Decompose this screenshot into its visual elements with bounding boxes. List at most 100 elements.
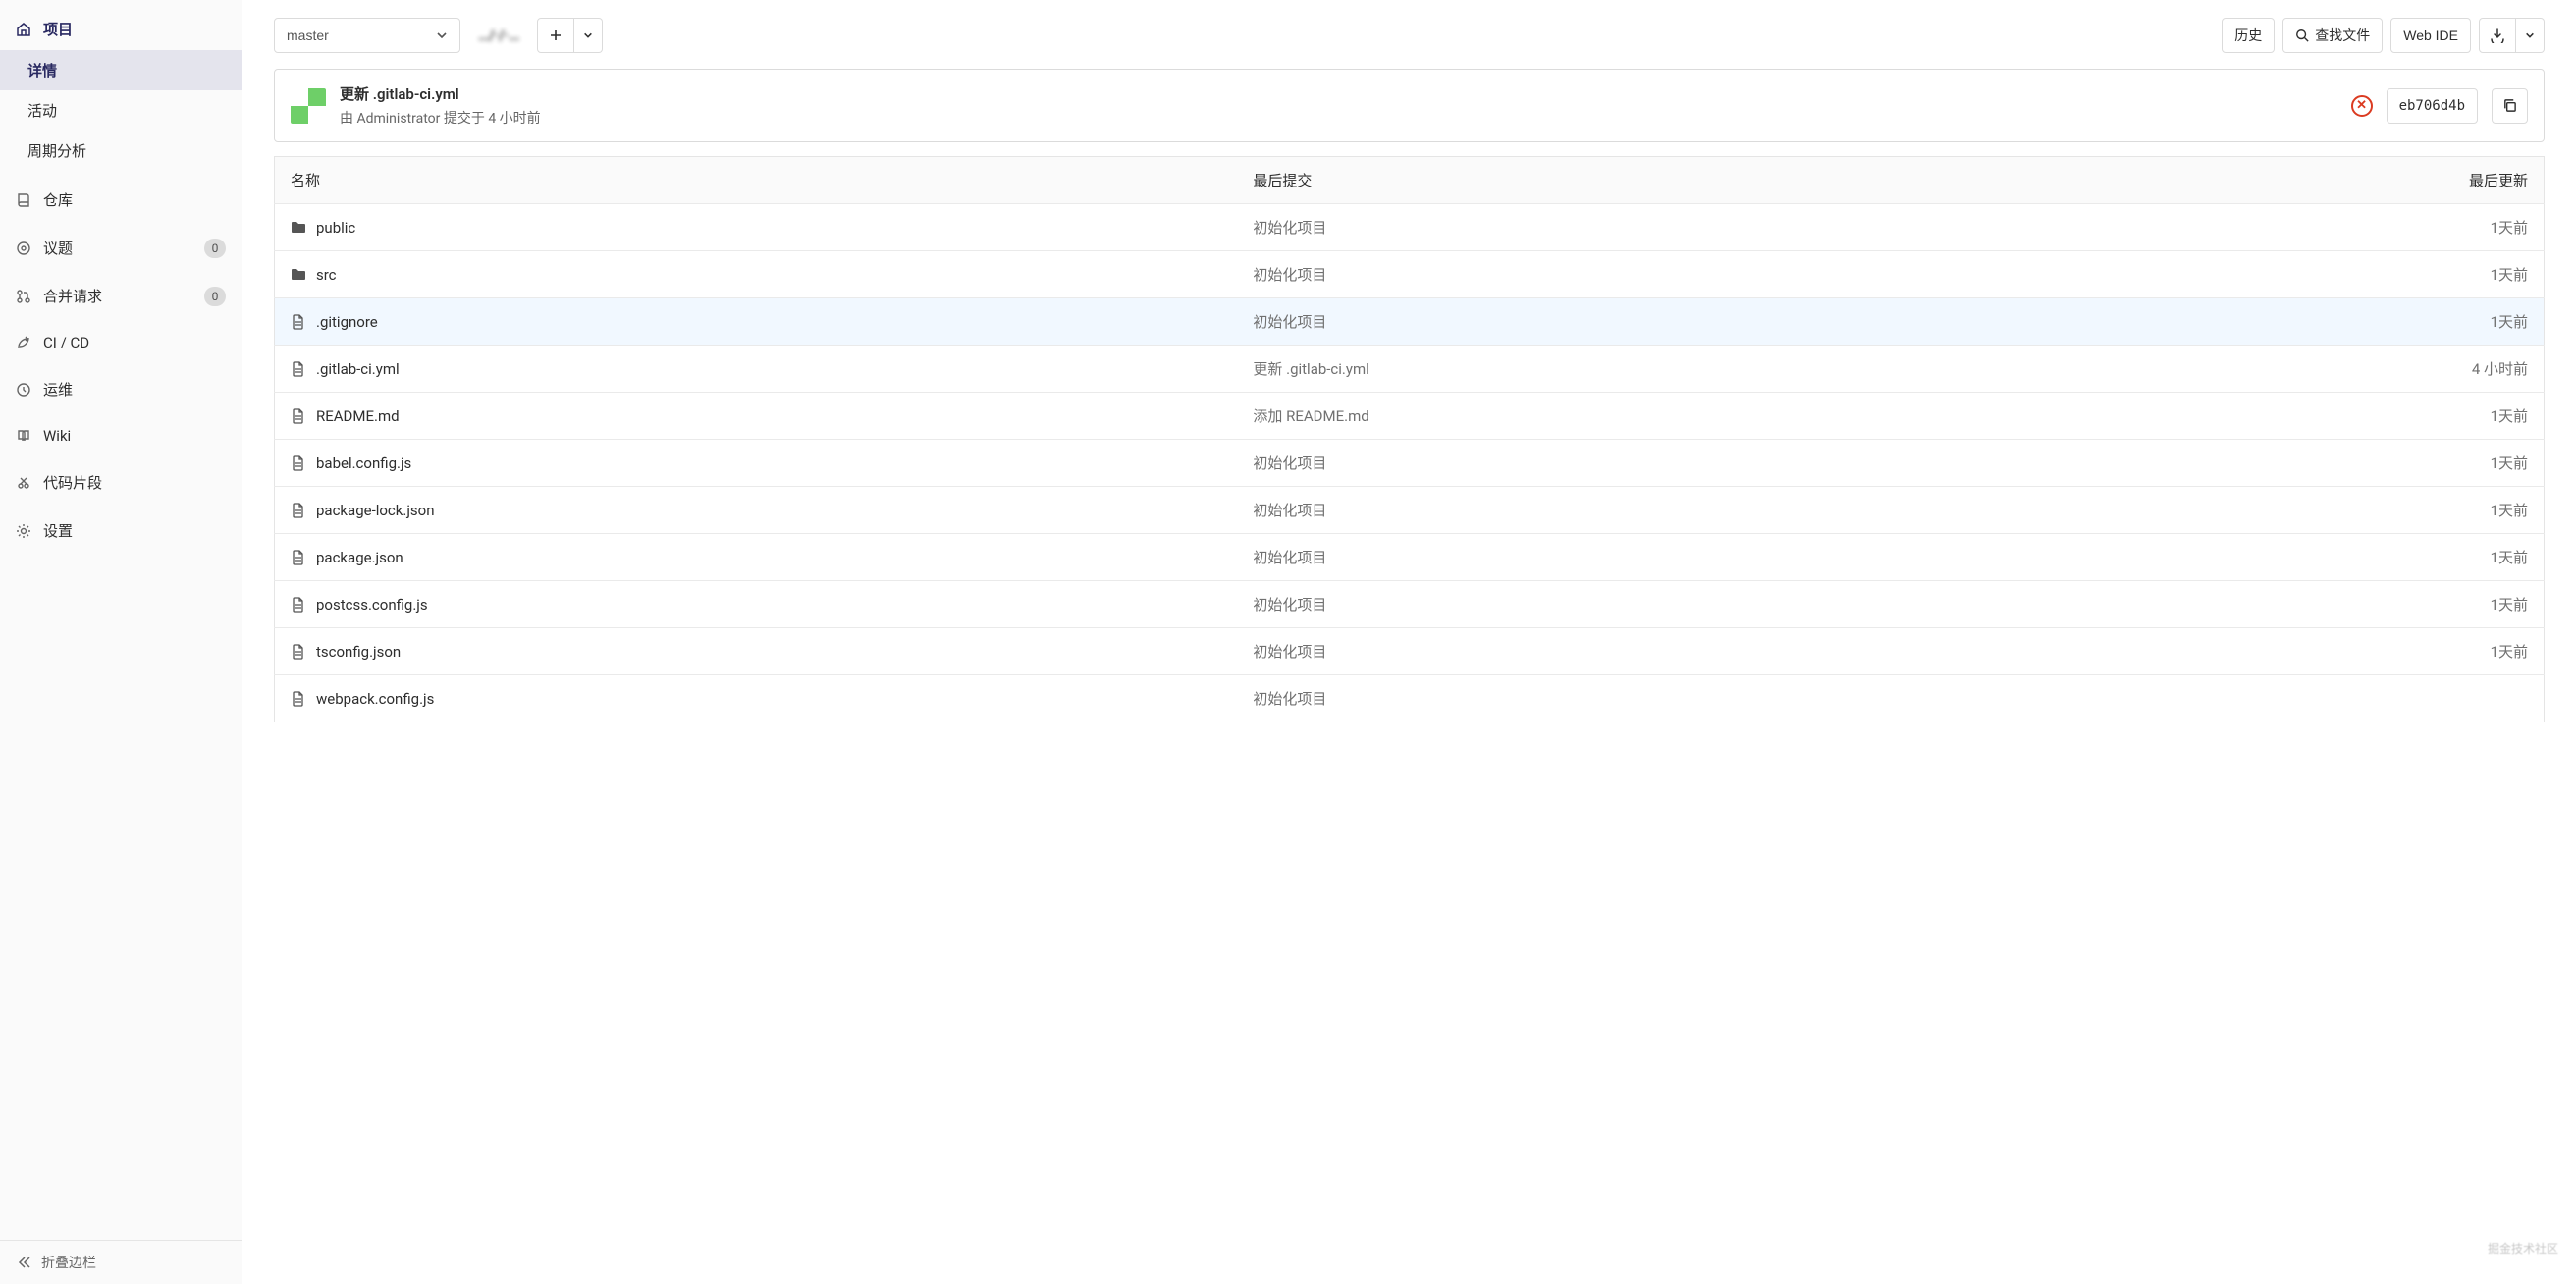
sidebar-item-label: 代码片段 xyxy=(43,472,102,493)
add-button[interactable] xyxy=(537,18,574,53)
avatar xyxy=(291,88,326,124)
table-row[interactable]: webpack.config.js 初始化项目 xyxy=(275,675,2545,722)
wiki-icon xyxy=(16,428,31,444)
commit-title[interactable]: 更新 .gitlab-ci.yml xyxy=(340,83,2337,104)
file-icon xyxy=(291,314,306,330)
col-name: 名称 xyxy=(275,157,1238,204)
file-last-commit[interactable]: 初始化项目 xyxy=(1237,298,2046,346)
folder-icon xyxy=(291,267,306,283)
table-row[interactable]: .gitlab-ci.yml 更新 .gitlab-ci.yml4 小时前 xyxy=(275,346,2545,393)
download-icon xyxy=(2490,27,2505,43)
file-icon xyxy=(291,597,306,613)
sidebar-sub-0[interactable]: 详情 xyxy=(0,50,242,90)
file-last-update xyxy=(2047,675,2545,722)
file-last-commit[interactable]: 初始化项目 xyxy=(1237,581,2046,628)
file-name: babel.config.js xyxy=(316,455,411,472)
issues-icon xyxy=(16,241,31,256)
file-name: .gitlab-ci.yml xyxy=(316,360,400,378)
download-group xyxy=(2479,18,2545,53)
sidebar-item-issues[interactable]: 议题0 xyxy=(0,227,242,269)
file-icon xyxy=(291,691,306,707)
sidebar-item-label: CI / CD xyxy=(43,334,89,351)
sidebar-item-ops[interactable]: 运维 xyxy=(0,368,242,410)
table-row[interactable]: public初始化项目1天前 xyxy=(275,204,2545,251)
file-last-update: 1天前 xyxy=(2047,298,2545,346)
file-name: tsconfig.json xyxy=(316,643,401,661)
web-ide-button[interactable]: Web IDE xyxy=(2390,18,2471,53)
chevron-down-icon xyxy=(583,30,593,40)
history-button[interactable]: 历史 xyxy=(2222,18,2275,53)
file-name: src xyxy=(316,266,337,284)
file-name: README.md xyxy=(316,407,400,425)
file-last-update: 1天前 xyxy=(2047,440,2545,487)
sidebar-item-label: 运维 xyxy=(43,379,73,400)
plus-icon xyxy=(550,29,562,41)
file-name: webpack.config.js xyxy=(316,690,434,708)
toolbar: master …/·/·… 历史 xyxy=(274,18,2545,53)
file-last-update: 1天前 xyxy=(2047,534,2545,581)
sidebar-sub-1[interactable]: 活动 xyxy=(0,90,242,131)
table-row[interactable]: package-lock.json初始化项目1天前 xyxy=(275,487,2545,534)
collapse-icon xyxy=(16,1255,31,1270)
table-row[interactable]: package.json 初始化项目1天前 xyxy=(275,534,2545,581)
sidebar-badge: 0 xyxy=(204,287,226,306)
chevron-down-icon xyxy=(436,29,448,41)
main-content: master …/·/·… 历史 xyxy=(242,0,2576,1284)
sidebar-item-settings[interactable]: 设置 xyxy=(0,509,242,552)
sidebar-sub-2[interactable]: 周期分析 xyxy=(0,131,242,171)
file-last-commit[interactable]: 添加 README.md xyxy=(1237,393,2046,440)
pipeline-status-failed-icon[interactable]: ✕ xyxy=(2351,95,2373,117)
table-row[interactable]: README.md添加 README.md1天前 xyxy=(275,393,2545,440)
sidebar-item-mr[interactable]: 合并请求 0 xyxy=(0,275,242,317)
download-button[interactable] xyxy=(2479,18,2516,53)
find-file-button[interactable]: 查找文件 xyxy=(2282,18,2383,53)
table-row[interactable]: .gitignore 初始化项目1天前 xyxy=(275,298,2545,346)
commit-sha[interactable]: eb706d4b xyxy=(2387,88,2478,124)
snippets-icon xyxy=(16,475,31,491)
file-last-commit[interactable]: 初始化项目 xyxy=(1237,440,2046,487)
watermark: 掘金技术社区 xyxy=(2488,1240,2558,1257)
home-icon xyxy=(16,22,31,37)
sidebar-item-cicd[interactable]: CI / CD xyxy=(0,323,242,362)
file-last-commit[interactable]: 初始化项目 xyxy=(1237,675,2046,722)
file-last-commit[interactable]: 更新 .gitlab-ci.yml xyxy=(1237,346,2046,393)
file-name: postcss.config.js xyxy=(316,596,428,614)
collapse-sidebar[interactable]: 折叠边栏 xyxy=(0,1240,242,1284)
file-name: .gitignore xyxy=(316,313,378,331)
file-name: package-lock.json xyxy=(316,502,435,519)
file-last-commit[interactable]: 初始化项目 xyxy=(1237,487,2046,534)
collapse-label: 折叠边栏 xyxy=(41,1253,96,1272)
settings-icon xyxy=(16,523,31,539)
file-last-update: 1天前 xyxy=(2047,251,2545,298)
file-last-update: 1天前 xyxy=(2047,628,2545,675)
sidebar-item-snippets[interactable]: 代码片段 xyxy=(0,461,242,504)
copy-sha-button[interactable] xyxy=(2492,88,2528,124)
file-last-commit[interactable]: 初始化项目 xyxy=(1237,204,2046,251)
file-last-update: 1天前 xyxy=(2047,581,2545,628)
add-dropdown xyxy=(537,18,603,53)
sidebar-item-wiki[interactable]: Wiki xyxy=(0,416,242,455)
download-dropdown-toggle[interactable] xyxy=(2516,18,2545,53)
file-icon xyxy=(291,455,306,471)
table-row[interactable]: tsconfig.json 初始化项目1天前 xyxy=(275,628,2545,675)
table-row[interactable]: babel.config.js 初始化项目1天前 xyxy=(275,440,2545,487)
add-dropdown-toggle[interactable] xyxy=(574,18,603,53)
branch-selector[interactable]: master xyxy=(274,18,460,53)
copy-icon xyxy=(2502,98,2517,113)
file-icon xyxy=(291,644,306,660)
find-file-label: 查找文件 xyxy=(2315,26,2370,45)
file-last-commit[interactable]: 初始化项目 xyxy=(1237,251,2046,298)
file-last-commit[interactable]: 初始化项目 xyxy=(1237,628,2046,675)
sidebar-project[interactable]: 项目 xyxy=(0,8,242,50)
web-ide-label: Web IDE xyxy=(2403,27,2458,43)
ops-icon xyxy=(16,382,31,398)
sidebar-item-label: 合并请求 xyxy=(43,286,102,306)
table-row[interactable]: src 初始化项目1天前 xyxy=(275,251,2545,298)
commit-subtitle: 由 Administrator 提交于 4 小时前 xyxy=(340,108,2337,128)
sidebar-item-repo[interactable]: 仓库 xyxy=(0,179,242,221)
file-last-commit[interactable]: 初始化项目 xyxy=(1237,534,2046,581)
file-last-update: 4 小时前 xyxy=(2047,346,2545,393)
breadcrumb[interactable]: …/·/·… xyxy=(468,21,529,50)
file-name: package.json xyxy=(316,549,403,566)
table-row[interactable]: postcss.config.js 初始化项目1天前 xyxy=(275,581,2545,628)
